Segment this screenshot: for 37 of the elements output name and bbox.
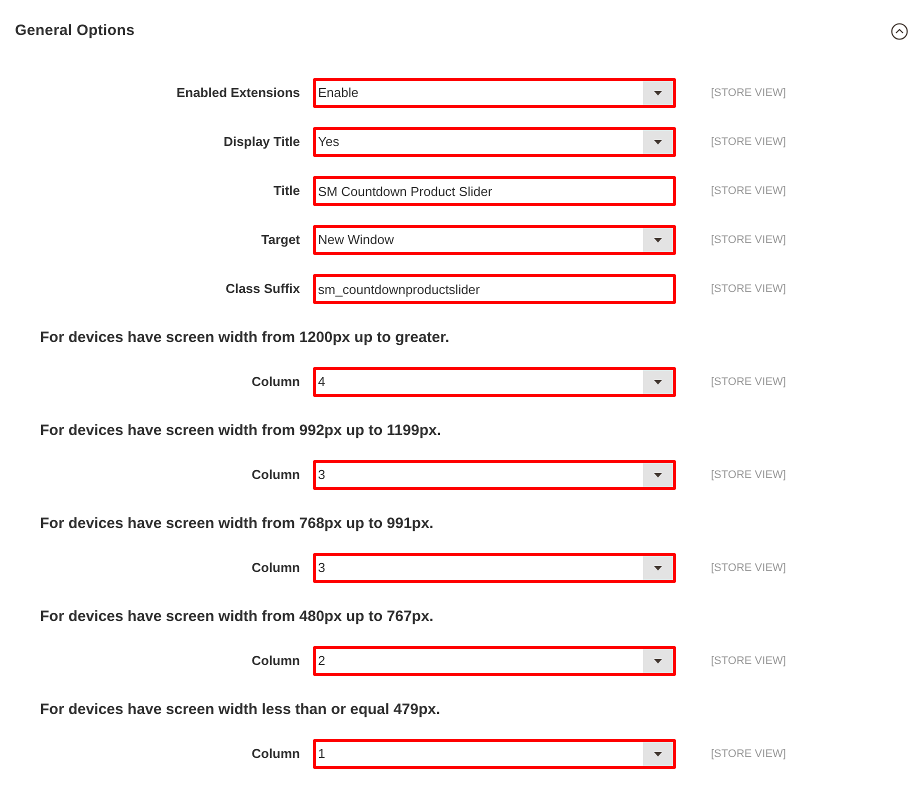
scope-label: [STORE VIEW] [711, 561, 786, 575]
field-label: Target [260, 232, 300, 248]
select-field[interactable]: 4 [313, 367, 676, 397]
scope-label: [STORE VIEW] [711, 654, 786, 668]
select-field[interactable]: 2 [313, 646, 676, 676]
text-field[interactable]: sm_countdownproductslider [313, 274, 676, 304]
scope-label: [STORE VIEW] [711, 86, 786, 100]
device-group-heading: For devices have screen width from 992px up to 1199px. [39, 421, 442, 441]
field-label: Column [250, 374, 300, 390]
field-label: Enabled Extensions [175, 85, 300, 101]
field-label: Column [250, 653, 300, 669]
scope-label: [STORE VIEW] [711, 233, 786, 247]
scope-label: [STORE VIEW] [711, 184, 786, 198]
scope-label: [STORE VIEW] [711, 135, 786, 149]
field-label: Title [272, 183, 300, 199]
collapse-chevron-icon[interactable] [891, 22, 908, 40]
field-label: Column [250, 467, 300, 483]
select-field[interactable]: 3 [313, 460, 676, 490]
text-field[interactable]: SM Countdown Product Slider [313, 176, 676, 206]
device-group-heading: For devices have screen width from 1200px up to greater. [39, 328, 450, 348]
field-label: Column [250, 560, 300, 576]
select-field[interactable]: 3 [313, 553, 676, 583]
scope-label: [STORE VIEW] [711, 282, 786, 296]
field-label: Class Suffix [224, 281, 300, 297]
device-group-heading: For devices have screen width less than or equal 479px. [39, 700, 442, 720]
device-group-heading: For devices have screen width from 480px up to 767px. [39, 607, 434, 627]
select-field[interactable]: Yes [313, 127, 676, 157]
scope-label: [STORE VIEW] [711, 468, 786, 482]
select-field[interactable]: 1 [313, 739, 676, 769]
select-field[interactable]: New Window [313, 225, 676, 255]
device-group-heading: For devices have screen width from 768px up to 991px. [39, 514, 434, 534]
scope-label: [STORE VIEW] [711, 375, 786, 389]
field-label: Display Title [222, 134, 300, 150]
field-label: Column [250, 746, 300, 762]
select-field[interactable]: Enable [313, 78, 676, 108]
scope-label: [STORE VIEW] [711, 747, 786, 761]
section-title: General Options [15, 21, 135, 41]
